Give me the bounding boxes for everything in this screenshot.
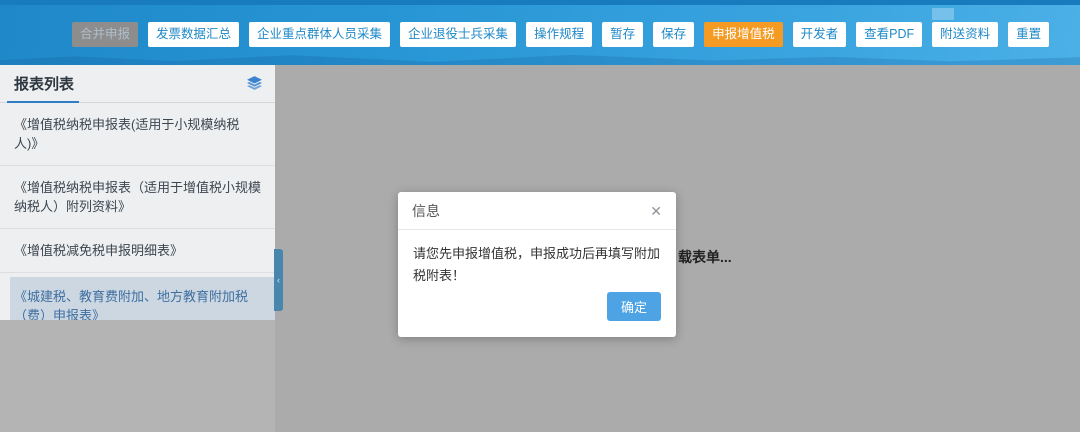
toolbar-buttons: 合并申报发票数据汇总企业重点群体人员采集企业退役士兵采集操作规程暂存保存申报增值… bbox=[72, 22, 1049, 47]
toolbar-button-11[interactable]: 附送资料 bbox=[932, 22, 998, 47]
sidebar-collapse-handle[interactable]: ‹ bbox=[274, 249, 283, 311]
loading-form-text: 载表单... bbox=[678, 247, 732, 267]
sidebar-item-3[interactable]: 《增值税减免税申报明细表》 bbox=[0, 229, 275, 273]
info-dialog: 信息 ✕ 请您先申报增值税，申报成功后再填写附加税附表！ 确定 bbox=[398, 192, 676, 337]
toolbar-button-7[interactable]: 保存 bbox=[653, 22, 694, 47]
sidebar-header: 报表列表 bbox=[0, 65, 275, 103]
sidebar-item-1[interactable]: 《增值税纳税申报表(适用于小规模纳税人)》 bbox=[0, 103, 275, 166]
mountain-silhouette-decoration bbox=[0, 51, 1080, 65]
toolbar-button-3[interactable]: 企业重点群体人员采集 bbox=[249, 22, 390, 47]
toolbar-button-9[interactable]: 开发者 bbox=[793, 22, 847, 47]
top-toolbar: 合并申报发票数据汇总企业重点群体人员采集企业退役士兵采集操作规程暂存保存申报增值… bbox=[0, 0, 1080, 65]
collapse-arrow-icon: ‹ bbox=[277, 276, 280, 285]
toolbar-button-8[interactable]: 申报增值税 bbox=[704, 22, 783, 47]
layers-icon[interactable] bbox=[246, 75, 263, 92]
sidebar-title: 报表列表 bbox=[14, 73, 74, 94]
toolbar-button-1: 合并申报 bbox=[72, 22, 138, 47]
toolbar-button-6[interactable]: 暂存 bbox=[602, 22, 643, 47]
dialog-footer: 确定 bbox=[607, 292, 661, 321]
dialog-title: 信息 bbox=[412, 201, 440, 221]
toolbar-button-2[interactable]: 发票数据汇总 bbox=[148, 22, 239, 47]
ok-button[interactable]: 确定 bbox=[607, 292, 661, 321]
sidebar-item-2[interactable]: 《增值税纳税申报表（适用于增值税小规模纳税人）附列资料》 bbox=[0, 166, 275, 229]
toolbar-button-10[interactable]: 查看PDF bbox=[856, 22, 922, 47]
toolbar-button-5[interactable]: 操作规程 bbox=[526, 22, 592, 47]
report-list-sidebar: 报表列表 《增值税纳税申报表(适用于小规模纳税人)》《增值税纳税申报表（适用于增… bbox=[0, 65, 275, 320]
report-list: 《增值税纳税申报表(适用于小规模纳税人)》《增值税纳税申报表（适用于增值税小规模… bbox=[0, 103, 275, 338]
background-photo-accent bbox=[932, 8, 954, 20]
sidebar-footer-area bbox=[0, 320, 275, 432]
toolbar-button-12[interactable]: 重置 bbox=[1008, 22, 1049, 47]
dialog-header: 信息 ✕ bbox=[398, 192, 676, 230]
dialog-message: 请您先申报增值税，申报成功后再填写附加税附表！ bbox=[398, 230, 676, 287]
active-tab-underline bbox=[7, 101, 79, 103]
toolbar-button-4[interactable]: 企业退役士兵采集 bbox=[400, 22, 516, 47]
close-icon[interactable]: ✕ bbox=[650, 204, 662, 218]
app-window: 合并申报发票数据汇总企业重点群体人员采集企业退役士兵采集操作规程暂存保存申报增值… bbox=[0, 0, 1080, 432]
